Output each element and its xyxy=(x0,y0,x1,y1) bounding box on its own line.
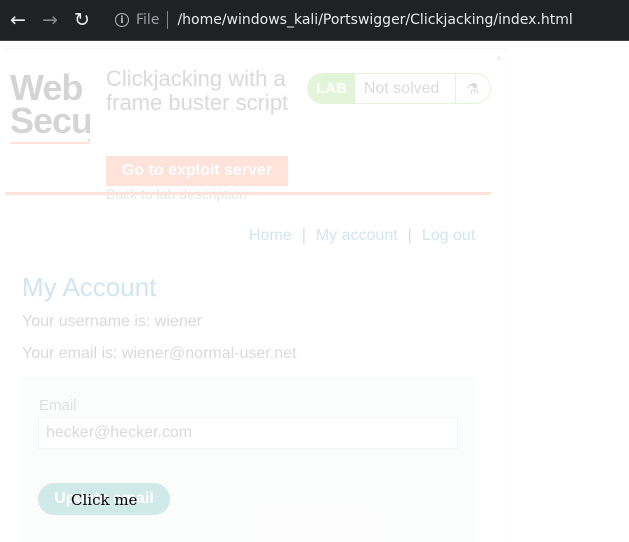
file-label: File xyxy=(136,12,160,28)
iframe-top-edge xyxy=(5,48,508,49)
info-icon[interactable]: i xyxy=(115,13,129,27)
browser-toolbar: ← → ↻ i File /home/windows_kali/Portswig… xyxy=(0,0,629,40)
email-line: Your email is: wiener@normal-user.net xyxy=(22,345,297,362)
change-email-form xyxy=(22,377,475,542)
nav-separator: | xyxy=(301,227,306,244)
forward-arrow-icon[interactable]: → xyxy=(38,8,62,32)
header-divider xyxy=(5,192,491,195)
click-me-decoy: Click me xyxy=(71,491,138,509)
logo-underline xyxy=(10,142,90,144)
top-nav: Home | My account | Log out xyxy=(249,227,475,245)
nav-separator: | xyxy=(407,227,412,244)
back-arrow-icon[interactable]: ← xyxy=(6,8,30,32)
exploit-server-button[interactable]: Go to exploit server xyxy=(106,156,288,186)
url-text[interactable]: /home/windows_kali/Portswigger/Clickjack… xyxy=(177,12,572,28)
page-heading: My Account xyxy=(22,272,157,302)
page-viewport: ▲ Web Security Academy Clickjacking with… xyxy=(0,41,629,542)
lab-title: Clickjacking with a frame buster script xyxy=(106,66,289,115)
lab-status-badge: LAB Not solved ⚗ xyxy=(307,73,491,104)
username-line: Your username is: wiener xyxy=(22,313,202,330)
iframe-right-edge xyxy=(507,48,508,542)
lab-tag: LAB xyxy=(308,74,355,103)
email-label: Email xyxy=(39,397,77,414)
nav-logout-link[interactable]: Log out xyxy=(422,227,475,245)
lab-status-text: Not solved xyxy=(363,79,440,97)
scroll-up-icon[interactable]: ▲ xyxy=(495,53,503,62)
flask-icon: ⚗ xyxy=(455,74,490,103)
address-separator xyxy=(167,11,169,29)
nav-home-link[interactable]: Home xyxy=(249,227,292,245)
email-input[interactable]: hecker@hecker.com xyxy=(38,417,458,449)
academy-logo[interactable]: Web Security Academy xyxy=(10,71,90,141)
reload-icon[interactable]: ↻ xyxy=(70,8,94,32)
nav-my-account-link[interactable]: My account xyxy=(316,227,398,245)
transparent-iframe[interactable]: ▲ Web Security Academy Clickjacking with… xyxy=(0,41,629,542)
address-bar[interactable]: i File /home/windows_kali/Portswigger/Cl… xyxy=(104,4,629,36)
